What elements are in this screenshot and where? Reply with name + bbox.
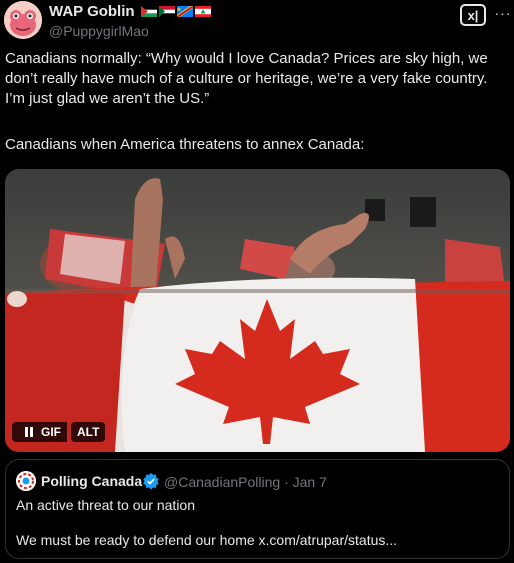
polling-canada-logo-icon bbox=[16, 471, 36, 491]
post-text-second-paragraph: Canadians when America threatens to anne… bbox=[5, 136, 365, 153]
canada-flag-crowd-image bbox=[5, 169, 510, 452]
quote-author-name: Polling Canada bbox=[41, 473, 143, 489]
author-handle[interactable]: @PuppygirlMao bbox=[49, 23, 149, 39]
quote-author-avatar bbox=[16, 471, 36, 491]
post: WAP Goblin @PuppygirlMao x| ··· Canadian… bbox=[0, 0, 514, 563]
pause-button[interactable]: GIF bbox=[12, 422, 67, 442]
quote-author-handle-date: @CanadianPolling · Jan 7 bbox=[164, 474, 327, 490]
gif-media[interactable] bbox=[5, 169, 510, 452]
quoted-post[interactable]: Polling Canada @CanadianPolling · Jan 7 … bbox=[5, 459, 510, 559]
gif-label: GIF bbox=[41, 425, 61, 439]
author-avatar[interactable] bbox=[4, 1, 42, 39]
lebanon-flag-icon bbox=[194, 6, 211, 17]
congo-flag-icon bbox=[176, 6, 193, 17]
grok-icon: x| bbox=[467, 7, 479, 23]
grok-button[interactable]: x| bbox=[460, 4, 486, 26]
alt-text-button[interactable]: ALT bbox=[71, 422, 106, 442]
quote-text-line-1: An active threat to our nation bbox=[16, 497, 195, 513]
quote-text-line-2: We must be ready to defend our home x.co… bbox=[16, 532, 398, 548]
post-text: Canadians normally: “Why would I love Ca… bbox=[5, 50, 488, 107]
more-icon: ··· bbox=[494, 5, 512, 21]
flag-emojis bbox=[140, 6, 211, 17]
pause-icon bbox=[18, 427, 41, 437]
author-name-row: WAP Goblin bbox=[49, 3, 211, 20]
palestine-flag-icon bbox=[140, 6, 157, 17]
author-display-name[interactable]: WAP Goblin bbox=[49, 3, 135, 20]
more-options-button[interactable]: ··· bbox=[494, 2, 512, 24]
sudan-flag-icon bbox=[158, 6, 175, 17]
pink-frog-avatar-icon bbox=[4, 1, 42, 39]
verified-badge-icon bbox=[143, 472, 159, 490]
gif-controls: GIF ALT bbox=[12, 422, 106, 442]
